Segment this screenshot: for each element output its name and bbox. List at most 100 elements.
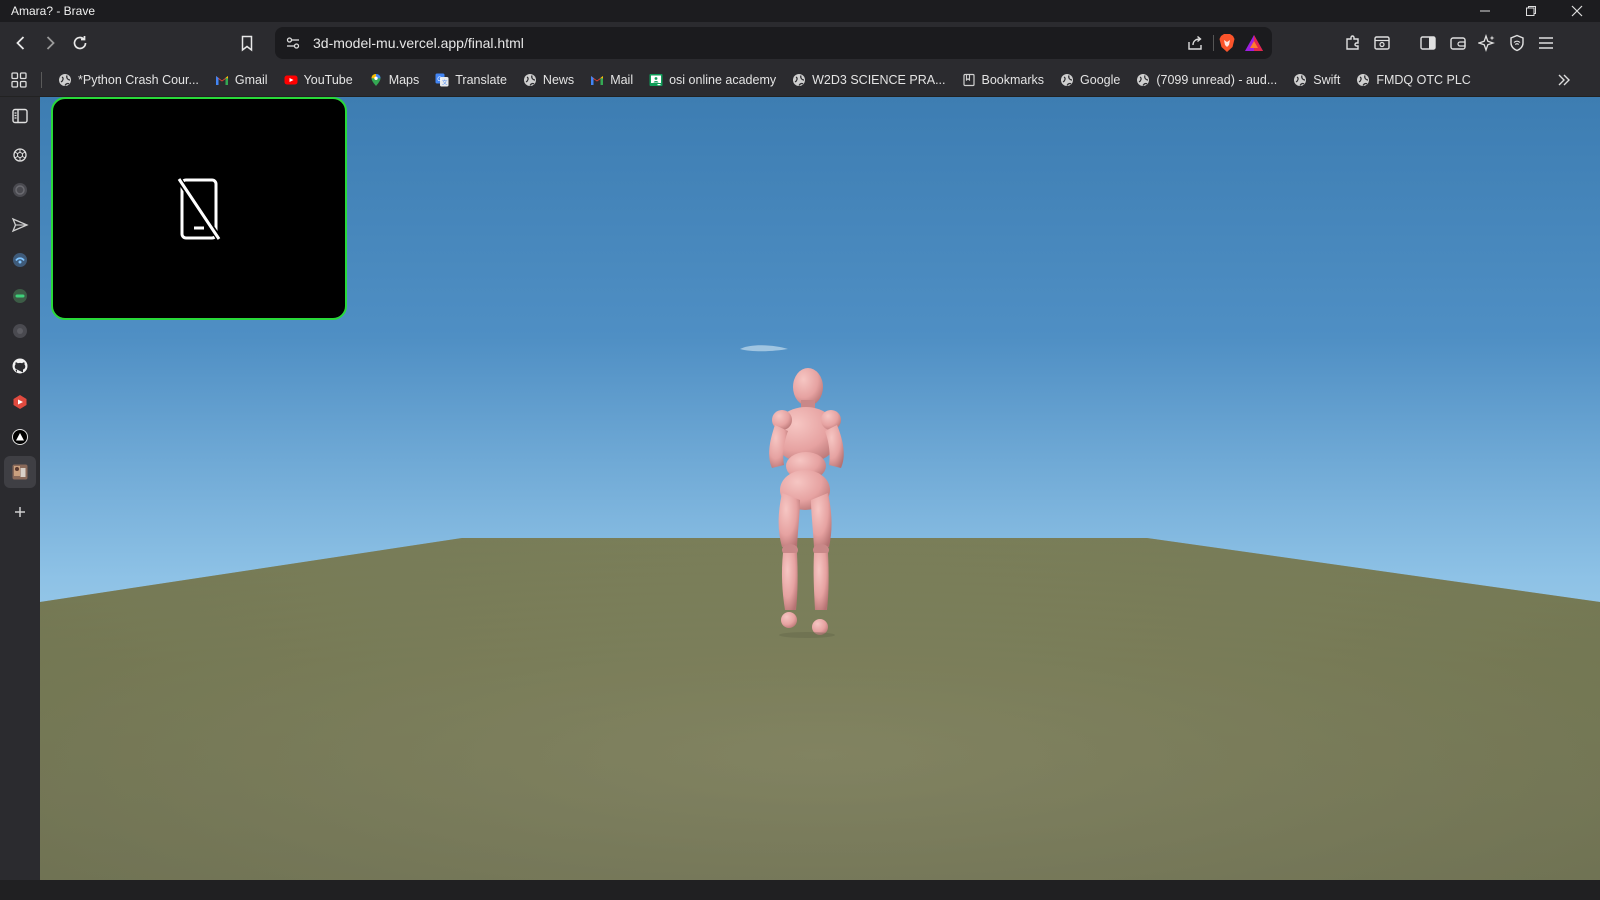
no-phone-icon [176, 175, 222, 242]
bookmark-label: Bookmarks [981, 73, 1045, 87]
leo-ai-button[interactable] [1474, 30, 1500, 56]
gmail-icon [590, 73, 604, 87]
sidebar-toggle-button[interactable] [1415, 30, 1441, 56]
restore-button[interactable] [1508, 0, 1554, 22]
window-title: Amara? - Brave [11, 4, 96, 18]
profile-app-icon[interactable] [10, 462, 30, 482]
circle-app-icon-2[interactable] [10, 321, 30, 341]
translate-icon: G文 [435, 73, 449, 87]
brave-shields-icon[interactable] [1218, 33, 1236, 53]
tab-search-icon [1374, 36, 1390, 50]
restore-icon [1526, 6, 1536, 16]
arrow-right-icon [46, 36, 55, 50]
bookmark-item[interactable]: FMDQ OTC PLC [1356, 64, 1478, 96]
share-icon[interactable] [1186, 34, 1204, 52]
back-button[interactable] [8, 30, 34, 56]
bookmark-item[interactable]: Google [1060, 64, 1128, 96]
bookmark-label: *Python Crash Cour... [78, 73, 199, 87]
classroom-icon [649, 73, 663, 87]
add-icon[interactable] [10, 502, 30, 522]
bookmark-item[interactable]: Gmail [215, 64, 276, 96]
bookmark-item[interactable]: News [523, 64, 582, 96]
green-app-icon[interactable] [10, 286, 30, 306]
maps-icon [369, 73, 383, 87]
bottom-edge [0, 880, 1600, 900]
red-app-icon[interactable] [10, 392, 30, 412]
github-icon[interactable] [10, 356, 30, 376]
bookmark-item[interactable]: Swift [1293, 64, 1348, 96]
wallet-button[interactable] [1445, 30, 1471, 56]
blue-app-icon[interactable] [10, 250, 30, 270]
bookmark-label: News [542, 73, 575, 87]
bookmark-label: Gmail [234, 73, 268, 87]
globe-icon [58, 73, 72, 87]
apps-grid-icon[interactable] [10, 71, 28, 89]
main-menu-button[interactable] [1533, 30, 1559, 56]
bookmark-label: YouTube [303, 73, 353, 87]
site-settings-icon[interactable] [285, 35, 301, 51]
youtube-icon [284, 73, 298, 87]
chatgpt-icon[interactable] [10, 145, 30, 165]
minimize-button[interactable] [1462, 0, 1508, 22]
wallet-icon [1450, 37, 1466, 50]
arrow-left-icon [16, 36, 25, 50]
bookmark-label: Swift [1313, 73, 1341, 87]
globe-icon [792, 73, 806, 87]
bookmark-label: Mail [610, 73, 634, 87]
bookmark-item[interactable]: osi online academy [649, 64, 784, 96]
page-viewport[interactable] [40, 97, 1600, 900]
sidebar-toggle-icon [1420, 36, 1436, 50]
extensions-button[interactable] [1340, 30, 1366, 56]
bookmark-label: Google [1080, 73, 1121, 87]
browser-sidebar [0, 97, 40, 900]
send-app-icon[interactable] [10, 215, 30, 235]
bookmark-label: FMDQ OTC PLC [1376, 73, 1471, 87]
bookmark-item[interactable]: (7099 unread) - aud... [1136, 64, 1285, 96]
brave-rewards-icon[interactable] [1244, 34, 1264, 52]
bookmark-label: W2D3 SCIENCE PRA... [812, 73, 946, 87]
globe-icon [1136, 73, 1150, 87]
circle-app-icon[interactable] [10, 180, 30, 200]
reload-icon [73, 36, 87, 50]
globe-icon [1293, 73, 1307, 87]
bookmark-item[interactable]: W2D3 SCIENCE PRA... [792, 64, 953, 96]
bookmark-item[interactable]: YouTube [284, 64, 361, 96]
globe-icon [1356, 73, 1370, 87]
vpn-button[interactable] [1504, 30, 1530, 56]
bookmark-label: Translate [455, 73, 507, 87]
svg-text:文: 文 [442, 79, 448, 87]
camera-preview [51, 97, 347, 320]
bookmarks-bar: *Python Crash Cour... Gmail YouTube Maps G 文 T… [0, 64, 1600, 97]
chevron-double-right-icon[interactable] [1556, 72, 1572, 88]
forward-button[interactable] [37, 30, 63, 56]
bookmark-label: osi online academy [669, 73, 777, 87]
shield-icon [1510, 34, 1524, 52]
reload-button[interactable] [67, 30, 93, 56]
bookmark-item[interactable]: Mail [590, 64, 641, 96]
url-text[interactable]: 3d-model-mu.vercel.app/final.html [313, 35, 524, 51]
bookmark-icon [241, 35, 253, 52]
bookmark-label: (7099 unread) - aud... [1156, 73, 1278, 87]
address-bar[interactable]: 3d-model-mu.vercel.app/final.html [275, 27, 1272, 59]
bookmark-item[interactable]: Bookmarks [962, 64, 1053, 96]
title-bar: Amara? - Brave [0, 0, 1600, 22]
minimize-icon [1480, 10, 1490, 12]
triangle-app-icon[interactable] [10, 427, 30, 447]
bookmark-list: *Python Crash Cour... Gmail YouTube Maps G 文 T… [58, 64, 1487, 96]
window-controls [1462, 0, 1600, 22]
sparkle-icon [1478, 34, 1495, 52]
globe-icon [523, 73, 537, 87]
sidebar-panel-icon[interactable] [10, 106, 30, 126]
bookmark-label: Maps [388, 73, 420, 87]
bookmark-page-button[interactable] [234, 30, 260, 56]
bookmark-item[interactable]: *Python Crash Cour... [58, 64, 207, 96]
bookmark-item[interactable]: Maps [369, 64, 428, 96]
tab-search-button[interactable] [1369, 30, 1395, 56]
bookmark-item[interactable]: G 文 Translate [435, 64, 515, 96]
navigation-bar: 3d-model-mu.vercel.app/final.html [0, 22, 1600, 64]
close-button[interactable] [1554, 0, 1600, 22]
puzzle-icon [1346, 35, 1359, 50]
address-separator [1213, 35, 1214, 51]
gmail-icon [215, 73, 229, 87]
hamburger-menu-icon [1539, 37, 1553, 49]
